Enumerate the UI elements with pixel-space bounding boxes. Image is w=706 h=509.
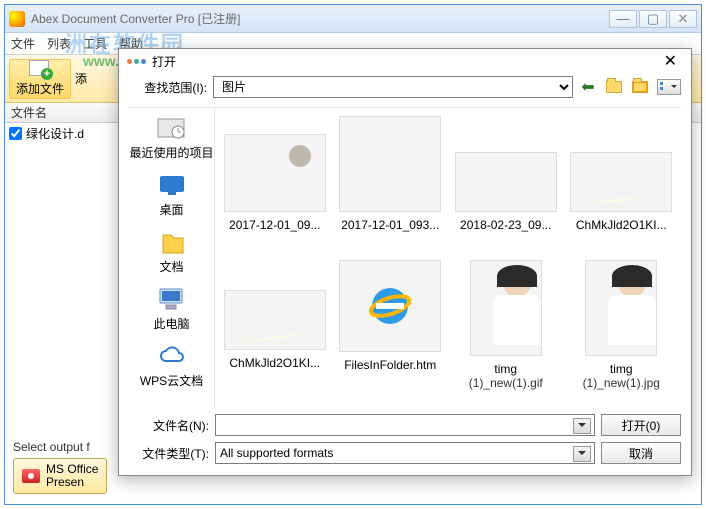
place-wps[interactable]: WPS云文档 <box>140 342 203 389</box>
place-recent[interactable]: 最近使用的项目 <box>129 114 213 161</box>
output-format-label: MS Office Presen <box>46 463 98 489</box>
places-bar: 最近使用的项目 桌面 文档 <box>129 108 215 408</box>
file-item[interactable]: FilesInFolder.htm <box>337 260 445 400</box>
file-caption: 2017-12-01_093... <box>341 218 439 232</box>
output-label: Select output f <box>13 440 107 454</box>
col-filename: 文件名 <box>11 104 47 121</box>
cloud-icon <box>156 342 188 370</box>
minimize-button[interactable]: — <box>609 10 637 28</box>
recent-icon <box>155 114 187 142</box>
open-button[interactable]: 打开(0) <box>601 414 681 436</box>
look-in-label: 查找范围(I): <box>129 79 207 96</box>
file-grid: 2017-12-01_09... 2017-12-01_093... 2018-… <box>215 108 681 408</box>
file-subcaption: (1)_new(1).gif <box>469 376 543 390</box>
thispc-icon <box>155 285 187 313</box>
file-item[interactable]: ChMkJld2O1KI... <box>568 116 676 256</box>
file-caption: timg <box>494 362 517 376</box>
add-partial-label: 添 <box>75 70 87 87</box>
place-desktop-label: 桌面 <box>159 201 183 218</box>
app-icon <box>9 11 25 27</box>
place-wps-label: WPS云文档 <box>140 372 203 389</box>
file-caption: ChMkJld2O1KI... <box>576 218 667 232</box>
file-item[interactable]: timg (1)_new(1).gif <box>452 260 560 400</box>
filetype-label: 文件类型(T): <box>129 445 209 462</box>
file-caption: FilesInFolder.htm <box>344 358 436 372</box>
file-checkbox[interactable] <box>9 127 22 140</box>
place-documents-label: 文档 <box>159 258 183 275</box>
add-file-button[interactable]: 添加文件 <box>9 59 71 99</box>
thumbnail-icon <box>339 116 441 212</box>
dialog-bottom: 文件名(N): 打开(0) 文件类型(T): All supported for… <box>129 408 681 470</box>
look-in-row: 查找范围(I): 图片 ⬅ <box>129 73 681 101</box>
thumbnail-icon <box>470 260 542 356</box>
view-menu-icon[interactable] <box>657 79 681 95</box>
thumbnail-icon <box>224 290 326 350</box>
file-item[interactable]: 2017-12-01_093... <box>337 116 445 256</box>
dialog-close-button[interactable]: ✕ <box>658 49 683 73</box>
dialog-icon <box>127 59 146 64</box>
place-recent-label: 最近使用的项目 <box>129 144 213 161</box>
open-dialog: 打开 ✕ 查找范围(I): 图片 ⬅ <box>118 48 692 476</box>
file-subcaption: (1)_new(1).jpg <box>583 376 660 390</box>
place-thispc[interactable]: 此电脑 <box>153 285 189 332</box>
filename-label: 文件名(N): <box>129 417 209 434</box>
file-item[interactable]: timg (1)_new(1).jpg <box>568 260 676 400</box>
output-format-button[interactable]: MS Office Presen <box>13 458 107 494</box>
back-icon[interactable]: ⬅ <box>579 79 597 95</box>
file-item[interactable]: 2018-02-23_09... <box>452 116 560 256</box>
thumbnail-icon <box>224 134 326 212</box>
place-thispc-label: 此电脑 <box>153 315 189 332</box>
add-file-icon <box>29 60 51 78</box>
maximize-button[interactable]: ▢ <box>639 10 667 28</box>
file-caption: 2017-12-01_09... <box>229 218 320 232</box>
place-documents[interactable]: 文档 <box>156 228 188 275</box>
thumbnail-icon <box>570 152 672 212</box>
documents-icon <box>156 228 188 256</box>
file-caption: ChMkJld2O1KI... <box>229 356 320 370</box>
filename-input[interactable] <box>215 414 595 436</box>
ie-icon <box>339 260 441 352</box>
powerpoint-icon <box>22 469 40 483</box>
thumbnail-icon <box>585 260 657 356</box>
file-item[interactable]: 2017-12-01_09... <box>221 116 329 256</box>
output-panel: Select output f MS Office Presen <box>13 440 107 494</box>
up-one-level-icon[interactable] <box>605 79 623 95</box>
filetype-select[interactable]: All supported formats <box>215 442 595 464</box>
dialog-titlebar: 打开 ✕ <box>119 49 691 73</box>
desktop-icon <box>156 171 188 199</box>
new-folder-icon[interactable] <box>631 79 649 95</box>
thumbnail-icon <box>455 152 557 212</box>
place-desktop[interactable]: 桌面 <box>156 171 188 218</box>
window-title: Abex Document Converter Pro [已注册] <box>31 10 609 27</box>
cancel-button[interactable]: 取消 <box>601 442 681 464</box>
file-name-cell: 绿化设计.d <box>26 125 84 142</box>
add-file-label: 添加文件 <box>16 80 64 97</box>
dialog-title: 打开 <box>152 53 658 70</box>
menu-file[interactable]: 文件 <box>11 35 35 52</box>
file-caption: 2018-02-23_09... <box>460 218 551 232</box>
look-in-select[interactable]: 图片 <box>213 76 573 98</box>
file-item[interactable]: ChMkJld2O1KI... <box>221 260 329 400</box>
file-caption: timg <box>610 362 633 376</box>
close-button[interactable]: ✕ <box>669 10 697 28</box>
